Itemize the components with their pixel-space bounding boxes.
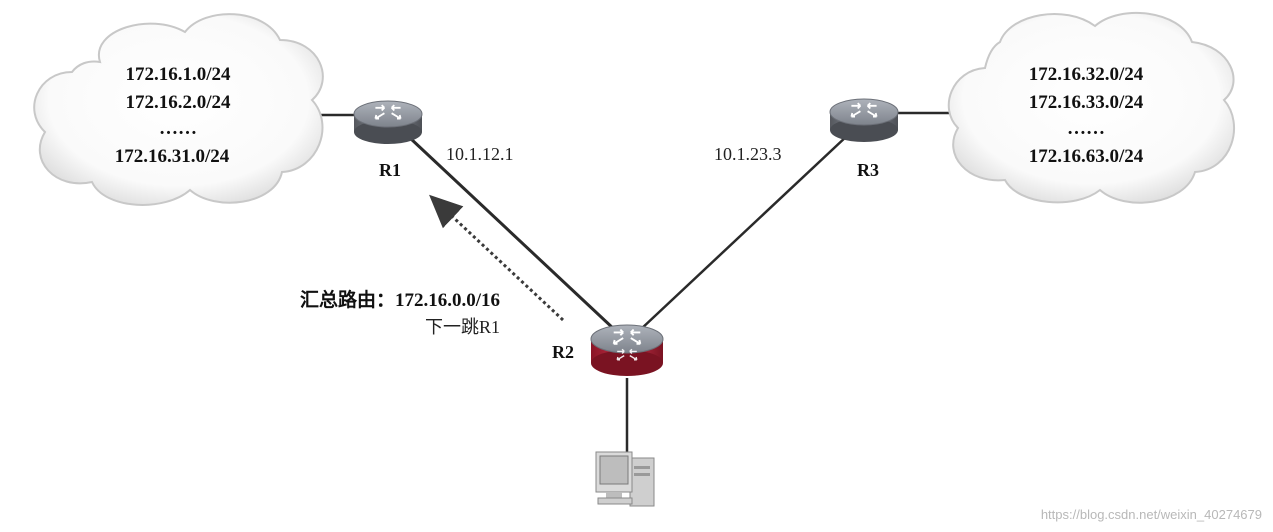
watermark-text: https://blog.csdn.net/weixin_40274679: [1041, 507, 1262, 522]
router-r2-label: R2: [552, 342, 574, 362]
router-r2[interactable]: [590, 324, 664, 376]
r1-interface-ip: 10.1.12.1: [446, 144, 514, 164]
link-r3-r2: [639, 134, 849, 331]
router-r1-label: R1: [379, 160, 401, 180]
right-net-32: 172.16.32.0/24: [1029, 64, 1144, 85]
diagram-canvas: 172.16.1.0/24 172.16.2.0/24 …… 172.16.31…: [33, 11, 1262, 522]
left-net-31: 172.16.31.0/24: [115, 146, 230, 167]
summary-route-label: 汇总路由：172.16.0.0/16: [300, 288, 500, 311]
right-net-33: 172.16.33.0/24: [1029, 92, 1144, 113]
right-net-63: 172.16.63.0/24: [1029, 146, 1144, 167]
r3-interface-ip: 10.1.23.3: [714, 144, 782, 164]
pc-icon[interactable]: [595, 451, 655, 507]
router-r3-label: R3: [857, 160, 879, 180]
right-net-ellipsis: ……: [1067, 118, 1105, 139]
router-r1[interactable]: [353, 100, 423, 144]
router-r3[interactable]: [829, 98, 899, 142]
left-net-1: 172.16.1.0/24: [125, 64, 231, 85]
network-diagram: 172.16.1.0/24 172.16.2.0/24 …… 172.16.31…: [0, 0, 1273, 532]
left-net-ellipsis: ……: [159, 118, 197, 139]
summary-next-hop: 下一跳R1: [425, 317, 500, 337]
left-net-2: 172.16.2.0/24: [125, 92, 231, 113]
